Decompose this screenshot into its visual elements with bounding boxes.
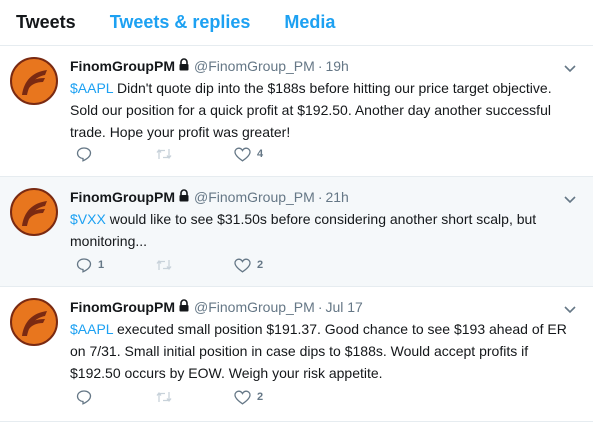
avatar[interactable] <box>10 188 58 236</box>
reply-count: 1 <box>98 259 105 271</box>
reply-button[interactable]: 1 <box>76 257 155 273</box>
tab-tweets-and-replies[interactable]: Tweets & replies <box>110 12 251 33</box>
cashtag-link[interactable]: $AAPL <box>70 321 113 337</box>
cashtag-link[interactable]: $VXX <box>70 211 106 227</box>
like-count: 4 <box>257 148 264 160</box>
tweet[interactable]: FinomGroupPM @FinomGroup_PM · 19h $AAPL … <box>0 46 593 177</box>
like-button[interactable]: 2 <box>234 390 313 405</box>
username-handle[interactable]: @FinomGroup_PM <box>194 58 315 74</box>
tweet-body: would like to see $31.50s before conside… <box>70 211 537 249</box>
retweet-button[interactable] <box>155 390 234 404</box>
like-count: 2 <box>257 259 264 271</box>
tweet-header: FinomGroupPM @FinomGroup_PM · 21h <box>70 187 577 207</box>
separator: · <box>317 299 323 315</box>
separator: · <box>317 58 323 74</box>
reply-icon <box>76 258 92 273</box>
like-button[interactable]: 2 <box>234 258 313 273</box>
cashtag-link[interactable]: $AAPL <box>70 80 113 96</box>
display-name[interactable]: FinomGroupPM <box>70 189 175 205</box>
timestamp[interactable]: 19h <box>325 58 348 74</box>
lock-icon <box>178 299 190 315</box>
reply-button[interactable] <box>76 146 155 162</box>
heart-icon <box>234 258 251 273</box>
reply-icon <box>76 390 92 405</box>
finom-logo-icon <box>10 188 58 236</box>
tab-tweets[interactable]: Tweets <box>16 12 76 33</box>
reply-icon <box>76 147 92 162</box>
tweet-header: FinomGroupPM @FinomGroup_PM · 19h <box>70 56 577 76</box>
username-handle[interactable]: @FinomGroup_PM <box>194 299 315 315</box>
retweet-icon <box>156 391 172 403</box>
retweet-icon <box>156 259 172 271</box>
timestamp[interactable]: 21h <box>325 189 348 205</box>
lock-icon <box>178 189 190 205</box>
like-count: 2 <box>257 391 264 403</box>
tweet[interactable]: FinomGroupPM @FinomGroup_PM · 21h $VXX w… <box>0 177 593 287</box>
chevron-down-icon[interactable] <box>564 191 576 209</box>
tweet[interactable]: FinomGroupPM @FinomGroup_PM · Jul 17 $AA… <box>0 287 593 422</box>
avatar[interactable] <box>10 57 58 105</box>
display-name[interactable]: FinomGroupPM <box>70 299 175 315</box>
timestamp[interactable]: Jul 17 <box>325 299 362 315</box>
tweet-text: $VXX would like to see $31.50s before co… <box>70 208 580 252</box>
tab-media[interactable]: Media <box>284 12 335 33</box>
avatar[interactable] <box>10 298 58 346</box>
chevron-down-icon[interactable] <box>564 60 576 78</box>
finom-logo-icon <box>10 57 58 105</box>
finom-logo-icon <box>10 298 58 346</box>
heart-icon <box>234 147 251 162</box>
tweet-actions: 1 2 <box>76 257 313 273</box>
heart-icon <box>234 390 251 405</box>
profile-tabs: Tweets Tweets & replies Media <box>0 0 593 46</box>
lock-icon <box>178 58 190 74</box>
tweet-actions: 2 <box>76 389 313 405</box>
tweet-body: Didn't quote dip into the $188s before h… <box>70 80 552 140</box>
tweet-actions: 4 <box>76 146 313 162</box>
retweet-button[interactable] <box>155 147 234 161</box>
tweet-header: FinomGroupPM @FinomGroup_PM · Jul 17 <box>70 297 577 317</box>
chevron-down-icon[interactable] <box>564 301 576 319</box>
username-handle[interactable]: @FinomGroup_PM <box>194 189 315 205</box>
like-button[interactable]: 4 <box>234 147 313 162</box>
separator: · <box>317 189 323 205</box>
reply-button[interactable] <box>76 389 155 405</box>
display-name[interactable]: FinomGroupPM <box>70 58 175 74</box>
tweet-text: $AAPL Didn't quote dip into the $188s be… <box>70 77 580 143</box>
retweet-button[interactable] <box>155 258 234 272</box>
tweet-body: executed small position $191.37. Good ch… <box>70 321 567 381</box>
tweet-text: $AAPL executed small position $191.37. G… <box>70 318 580 384</box>
retweet-icon <box>156 148 172 160</box>
